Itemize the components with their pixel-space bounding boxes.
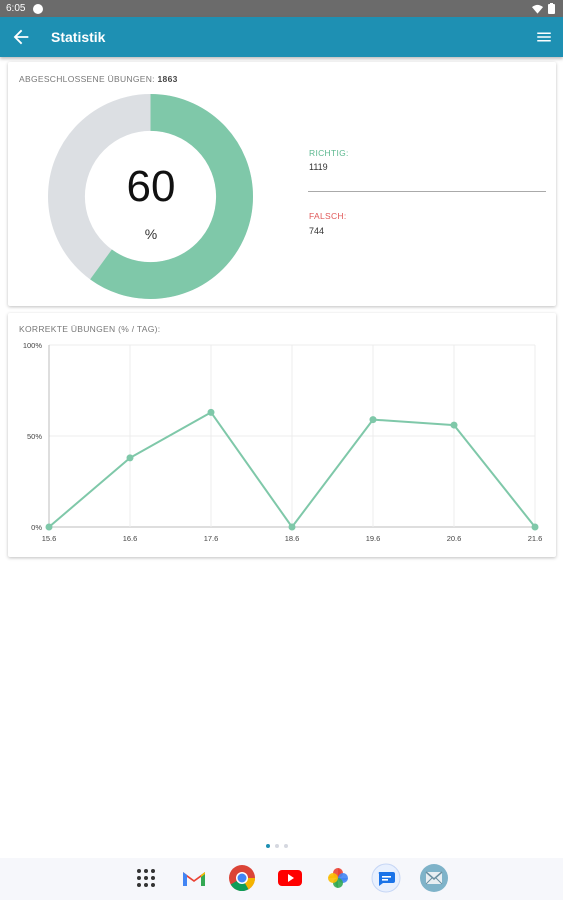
- data-point: [369, 416, 377, 424]
- gmail-icon[interactable]: [178, 862, 210, 894]
- data-point: [45, 523, 53, 531]
- status-time: 6:05: [6, 3, 26, 14]
- data-point: [531, 523, 539, 531]
- status-icons: [532, 3, 555, 14]
- percent-value: 60: [126, 162, 176, 211]
- page-dot: [275, 844, 279, 848]
- chrome-icon[interactable]: [226, 862, 258, 894]
- daily-chart-card: KORREKTE ÜBUNGEN (% / Tag): 0% 50% 100% 15.…: [8, 313, 556, 557]
- data-point: [207, 408, 215, 416]
- x-tick-label: 19.6: [366, 534, 381, 543]
- y-tick-label: 100%: [23, 341, 43, 350]
- youtube-icon[interactable]: [274, 862, 306, 894]
- dock-apps: [130, 862, 450, 894]
- correct-label: RICHTIG:: [309, 148, 349, 158]
- page-dot: [266, 844, 270, 848]
- line-chart: 0% 50% 100% 15.6 16.6 17.6 18.6 19.6 20.6 21.6: [23, 341, 543, 543]
- y-tick-label: 50%: [27, 432, 42, 441]
- photos-icon[interactable]: [322, 862, 354, 894]
- x-tick-label: 15.6: [42, 534, 57, 543]
- wrong-value: 744: [309, 226, 325, 236]
- app-bar: Statistik: [0, 17, 563, 57]
- completed-exercises-label: ABGESCHLOSSENE ÜBUNGEN: 1863: [19, 74, 178, 84]
- y-tick-label: 0%: [31, 523, 42, 532]
- battery-icon: [548, 3, 555, 14]
- apps-icon[interactable]: [130, 862, 162, 894]
- menu-icon[interactable]: [535, 28, 553, 46]
- x-tick-label: 20.6: [447, 534, 462, 543]
- x-tick-label: 21.6: [528, 534, 543, 543]
- stats-divider: [308, 191, 546, 192]
- page-title: Statistik: [51, 29, 106, 45]
- messages-icon[interactable]: [370, 862, 402, 894]
- mail-app-icon[interactable]: [418, 862, 450, 894]
- correct-value: 1119: [309, 162, 328, 172]
- back-arrow-icon[interactable]: [10, 26, 32, 48]
- page-indicator: [266, 844, 288, 848]
- x-tick-label: 16.6: [123, 534, 138, 543]
- data-point: [288, 523, 296, 531]
- data-point: [450, 421, 458, 429]
- completed-count: 1863: [157, 74, 178, 84]
- completed-label-text: ABGESCHLOSSENE ÜBUNGEN:: [19, 74, 155, 84]
- data-point: [126, 454, 134, 462]
- wrong-label: FALSCH:: [309, 211, 347, 221]
- summary-card: ABGESCHLOSSENE ÜBUNGEN: 1863 60 % RICHTI…: [8, 62, 556, 306]
- x-tick-label: 18.6: [285, 534, 300, 543]
- x-tick-label: 17.6: [204, 534, 219, 543]
- notification-icon: [33, 3, 44, 14]
- percent-sign: %: [144, 226, 158, 242]
- status-bar: 6:05: [0, 0, 563, 17]
- wifi-icon: [532, 4, 543, 14]
- page-dot: [284, 844, 288, 848]
